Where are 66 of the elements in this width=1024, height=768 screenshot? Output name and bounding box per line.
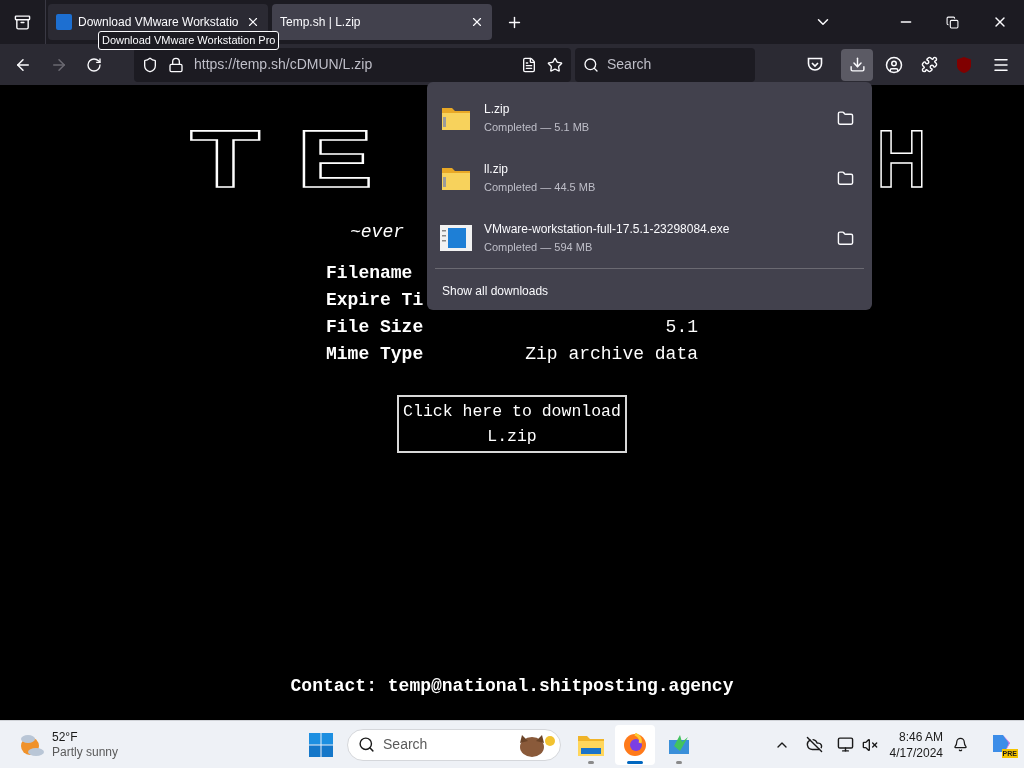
tagline: ~ever <box>350 222 404 242</box>
download-button[interactable]: Click here to download L.zip <box>397 395 627 453</box>
zip-folder-icon <box>441 105 471 131</box>
weather-temperature: 52°F <box>52 729 79 745</box>
url-text: https://temp.sh/cDMUN/L.zip <box>194 55 373 74</box>
clock-time: 8:46 AM <box>898 728 943 745</box>
info-label: Expire Ti <box>326 289 424 312</box>
tab-title: Download VMware Workstatio <box>78 14 240 31</box>
download-status: Completed — 594 MB <box>484 240 594 255</box>
firefox-view-icon[interactable] <box>14 13 31 31</box>
reload-icon[interactable] <box>86 56 102 73</box>
folder-icon[interactable] <box>837 109 854 127</box>
close-icon[interactable] <box>246 15 260 29</box>
close-icon[interactable] <box>470 15 484 29</box>
folder-icon[interactable] <box>837 229 854 247</box>
search-icon <box>583 56 599 73</box>
folder-icon[interactable] <box>837 169 854 187</box>
info-label: Mime Type <box>326 343 424 366</box>
reader-view-icon[interactable] <box>521 56 537 73</box>
pocket-icon[interactable] <box>807 57 823 72</box>
start-icon[interactable] <box>309 732 334 757</box>
download-item[interactable]: L.zip Completed — 5.1 MB <box>433 88 866 148</box>
info-value: 5.1 <box>665 316 698 339</box>
zip-folder-icon <box>441 165 471 191</box>
taskbar-search-field[interactable]: Search <box>347 728 562 761</box>
logo-text: TE <box>189 118 409 200</box>
network-icon[interactable] <box>836 736 854 753</box>
download-name: VMware-workstation-full-17.5.1-23298084.exe <box>484 221 731 238</box>
download-icon <box>848 56 866 73</box>
show-all-downloads-link[interactable]: Show all downloads <box>442 282 866 300</box>
shield-icon[interactable] <box>142 56 158 73</box>
download-item[interactable]: VMware-workstation-full-17.5.1-23298084.exe Completed — 594 MB <box>433 208 866 268</box>
downloads-button[interactable] <box>841 48 873 81</box>
download-status: Completed — 5.1 MB <box>484 120 591 135</box>
taskbar-app-button[interactable] <box>615 724 656 765</box>
download-item[interactable]: ll.zip Completed — 44.5 MB <box>433 148 866 208</box>
volume-muted-icon[interactable] <box>861 736 878 753</box>
address-bar[interactable]: https://temp.sh/cDMUN/L.zip <box>134 47 571 82</box>
clock-date: 4/17/2024 <box>889 744 943 761</box>
search-placeholder: Search <box>607 55 652 74</box>
search-icon <box>358 736 376 753</box>
contact-text: Contact: temp@national.shitposting.agency <box>290 675 734 698</box>
restore-icon[interactable] <box>946 15 959 29</box>
bookmark-star-icon[interactable] <box>547 56 563 73</box>
cloud-off-icon[interactable] <box>805 736 823 753</box>
extensions-icon[interactable] <box>921 56 938 73</box>
download-name: L.zip <box>484 101 511 118</box>
notifications-icon[interactable] <box>953 737 968 752</box>
info-value: Zip archive data <box>525 343 698 366</box>
vmware-favicon-icon <box>56 14 72 30</box>
installer-icon <box>440 225 472 251</box>
logo-text: H <box>876 118 927 200</box>
tab-title: Temp.sh | L.zip <box>280 14 362 31</box>
info-label: File Size <box>326 316 424 339</box>
app-icon[interactable] <box>668 733 691 756</box>
search-field[interactable]: Search <box>575 47 755 82</box>
info-label: Filename <box>326 262 413 285</box>
firefox-icon[interactable] <box>623 732 648 757</box>
download-status: Completed — 44.5 MB <box>484 180 597 195</box>
weather-condition: Partly sunny <box>52 744 119 760</box>
folder-app-icon[interactable] <box>578 733 605 756</box>
tab-tooltip: Download VMware Workstation Pro <box>98 31 280 50</box>
account-icon[interactable] <box>885 55 903 74</box>
lock-icon[interactable] <box>168 56 184 73</box>
download-name: ll.zip <box>484 161 509 178</box>
search-placeholder: Search <box>383 735 428 754</box>
